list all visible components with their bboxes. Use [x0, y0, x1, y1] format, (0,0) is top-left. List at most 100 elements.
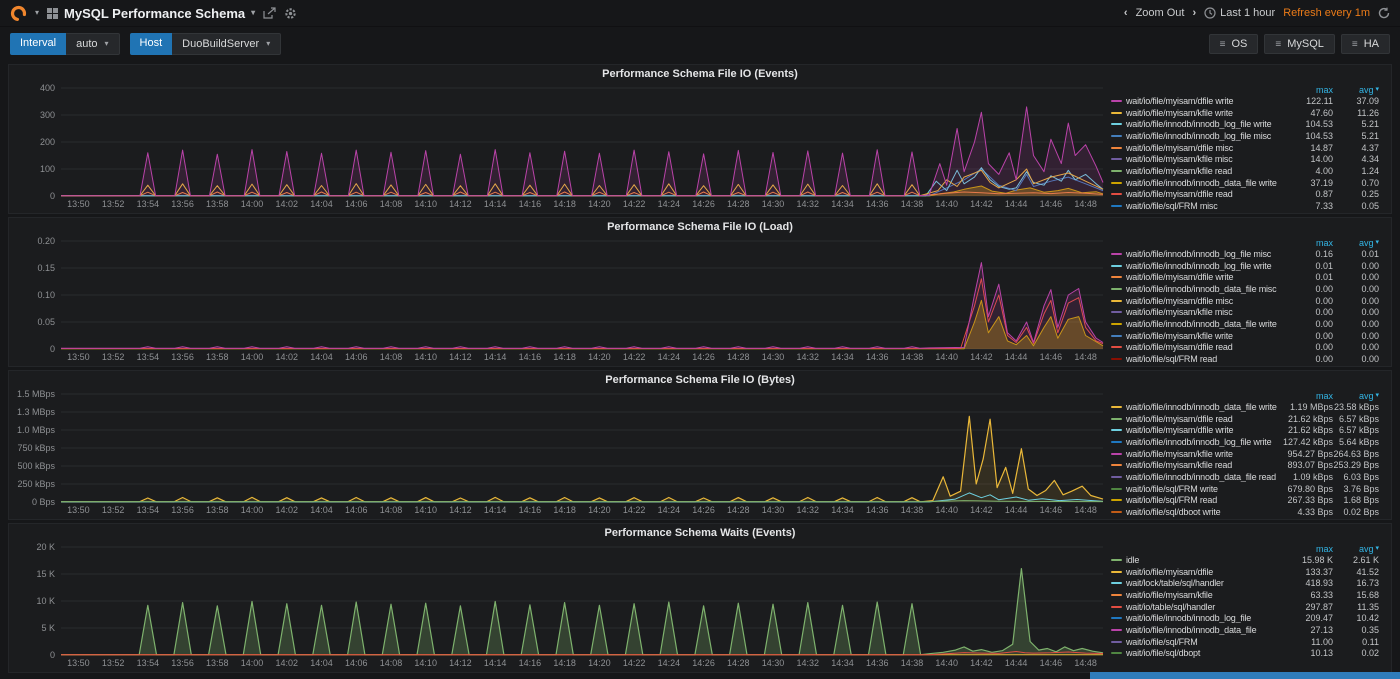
link-mysql-button[interactable]: ≡ MySQL	[1264, 34, 1335, 54]
series-name[interactable]: wait/io/file/myisam/dfile misc	[1126, 143, 1277, 153]
time-shift-back-icon[interactable]: ‹	[1124, 7, 1128, 19]
series-name[interactable]: wait/io/file/sql/dbopt	[1126, 648, 1277, 658]
series-color-dash[interactable]	[1111, 640, 1122, 643]
series-color-dash[interactable]	[1111, 146, 1122, 149]
legend-sort-max[interactable]: max	[1277, 544, 1333, 554]
host-select[interactable]: DuoBuildServer ▾	[172, 33, 282, 55]
link-os-button[interactable]: ≡ OS	[1208, 34, 1259, 54]
grafana-logo[interactable]	[10, 5, 27, 22]
series-color-dash[interactable]	[1111, 252, 1122, 255]
legend-sort-avg[interactable]: avg ▾	[1333, 391, 1379, 401]
series-name[interactable]: wait/io/file/myisam/dfile	[1126, 567, 1277, 577]
series-color-dash[interactable]	[1111, 593, 1122, 596]
series-name[interactable]: wait/io/file/innodb/innodb_data_file rea…	[1126, 472, 1277, 482]
series-name[interactable]: wait/io/file/innodb/innodb_data_file wri…	[1126, 319, 1277, 329]
series-color-dash[interactable]	[1111, 334, 1122, 337]
legend-sort-avg[interactable]: avg ▾	[1333, 544, 1379, 554]
settings-gear-icon[interactable]	[284, 7, 297, 20]
series-color-dash[interactable]	[1111, 311, 1122, 314]
series-name[interactable]: wait/io/file/myisam/kfile read	[1126, 166, 1277, 176]
timeseries-chart[interactable]: 0 5 K 10 K 15 K 20 K 13:50 13:52 13:54 13:56 13:5…	[11, 541, 1111, 671]
series-color-dash[interactable]	[1111, 452, 1122, 455]
series-name[interactable]: wait/io/file/myisam/kfile misc	[1126, 154, 1277, 164]
legend-sort-max[interactable]: max	[1277, 391, 1333, 401]
series-color-dash[interactable]	[1111, 181, 1122, 184]
series-name[interactable]: wait/io/file/innodb/innodb_log_file	[1126, 613, 1277, 623]
zoom-out-button[interactable]: Zoom Out	[1136, 7, 1185, 19]
legend-sort-avg[interactable]: avg ▾	[1333, 85, 1379, 95]
series-name[interactable]: wait/io/file/myisam/kfile write	[1126, 449, 1277, 459]
series-name[interactable]: wait/io/file/myisam/dfile write	[1126, 272, 1277, 282]
series-name[interactable]: wait/io/file/innodb/innodb_log_file writ…	[1126, 437, 1277, 447]
series-color-dash[interactable]	[1111, 652, 1122, 655]
series-color-dash[interactable]	[1111, 475, 1122, 478]
series-color-dash[interactable]	[1111, 346, 1122, 349]
dashboard-title-picker[interactable]: MySQL Performance Schema ▾	[47, 6, 255, 21]
add-row-button[interactable]	[1090, 672, 1400, 679]
panel-title[interactable]: Performance Schema File IO (Bytes)	[9, 371, 1391, 388]
refresh-icon[interactable]	[1378, 7, 1390, 19]
series-name[interactable]: wait/io/file/myisam/dfile read	[1126, 342, 1277, 352]
series-color-dash[interactable]	[1111, 193, 1122, 196]
series-color-dash[interactable]	[1111, 511, 1122, 514]
series-color-dash[interactable]	[1111, 99, 1122, 102]
series-name[interactable]: wait/io/file/innodb/innodb_log_file writ…	[1126, 261, 1277, 271]
series-color-dash[interactable]	[1111, 605, 1122, 608]
series-name[interactable]: wait/io/file/sql/FRM read	[1126, 495, 1277, 505]
series-name[interactable]: wait/io/file/sql/FRM misc	[1126, 201, 1277, 211]
series-color-dash[interactable]	[1111, 158, 1122, 161]
legend-sort-avg[interactable]: avg ▾	[1333, 238, 1379, 248]
time-range-picker[interactable]: Last 1 hour	[1204, 7, 1275, 19]
series-name[interactable]: wait/io/file/innodb/innodb_data_file wri…	[1126, 178, 1277, 188]
series-name[interactable]: wait/io/file/myisam/dfile write	[1126, 96, 1277, 106]
series-color-dash[interactable]	[1111, 429, 1122, 432]
series-name[interactable]: wait/io/file/sql/FRM read	[1126, 354, 1277, 364]
series-color-dash[interactable]	[1111, 499, 1122, 502]
series-color-dash[interactable]	[1111, 169, 1122, 172]
series-color-dash[interactable]	[1111, 264, 1122, 267]
series-name[interactable]: wait/io/file/myisam/dfile read	[1126, 414, 1277, 424]
series-name[interactable]: wait/io/file/innodb/innodb_log_file writ…	[1126, 119, 1277, 129]
series-color-dash[interactable]	[1111, 487, 1122, 490]
time-shift-forward-icon[interactable]: ›	[1192, 7, 1196, 19]
timeseries-chart[interactable]: 0 0.05 0.10 0.15 0.20 13:50 13:52 13:54 13:56 13:…	[11, 235, 1111, 365]
series-color-dash[interactable]	[1111, 299, 1122, 302]
panel-title[interactable]: Performance Schema File IO (Load)	[9, 218, 1391, 235]
series-name[interactable]: wait/io/file/innodb/innodb_data_file mis…	[1126, 284, 1277, 294]
series-color-dash[interactable]	[1111, 276, 1122, 279]
timeseries-chart[interactable]: 0 Bps 250 kBps 500 kBps 750 kBps 1.0 MBps 1.3…	[11, 388, 1111, 518]
series-name[interactable]: wait/io/file/sql/FRM	[1126, 637, 1277, 647]
series-name[interactable]: wait/io/file/innodb/innodb_log_file misc	[1126, 249, 1277, 259]
series-name[interactable]: wait/io/file/sql/FRM write	[1126, 484, 1277, 494]
series-color-dash[interactable]	[1111, 440, 1122, 443]
refresh-interval-picker[interactable]: Refresh every 1m	[1283, 7, 1370, 19]
series-color-dash[interactable]	[1111, 464, 1122, 467]
logo-caret-icon[interactable]: ▾	[35, 9, 39, 17]
series-color-dash[interactable]	[1111, 111, 1122, 114]
series-name[interactable]: wait/io/file/innodb/innodb_log_file misc	[1126, 131, 1277, 141]
interval-select[interactable]: auto ▾	[66, 33, 120, 55]
series-name[interactable]: wait/io/file/myisam/kfile read	[1126, 460, 1277, 470]
series-name[interactable]: wait/io/file/myisam/dfile read	[1126, 189, 1277, 199]
series-name[interactable]: wait/io/file/innodb/innodb_data_file	[1126, 625, 1277, 635]
series-color-dash[interactable]	[1111, 617, 1122, 620]
panel-title[interactable]: Performance Schema File IO (Events)	[9, 65, 1391, 82]
timeseries-chart[interactable]: 0 100 200 300 400 13:50 13:52 13:54 13:56 13:58 14…	[11, 82, 1111, 212]
series-color-dash[interactable]	[1111, 322, 1122, 325]
series-color-dash[interactable]	[1111, 582, 1122, 585]
series-color-dash[interactable]	[1111, 287, 1122, 290]
series-color-dash[interactable]	[1111, 570, 1122, 573]
series-color-dash[interactable]	[1111, 358, 1122, 361]
series-name[interactable]: wait/io/file/myisam/kfile misc	[1126, 307, 1277, 317]
series-color-dash[interactable]	[1111, 205, 1122, 208]
series-color-dash[interactable]	[1111, 558, 1122, 561]
series-name[interactable]: wait/io/file/sql/dboot write	[1126, 507, 1277, 517]
series-color-dash[interactable]	[1111, 628, 1122, 631]
share-icon[interactable]	[263, 7, 276, 19]
series-color-dash[interactable]	[1111, 123, 1122, 126]
series-color-dash[interactable]	[1111, 417, 1122, 420]
link-ha-button[interactable]: ≡ HA	[1340, 34, 1390, 54]
panel-title[interactable]: Performance Schema Waits (Events)	[9, 524, 1391, 541]
series-name[interactable]: wait/io/file/myisam/kfile	[1126, 590, 1277, 600]
legend-sort-max[interactable]: max	[1277, 85, 1333, 95]
